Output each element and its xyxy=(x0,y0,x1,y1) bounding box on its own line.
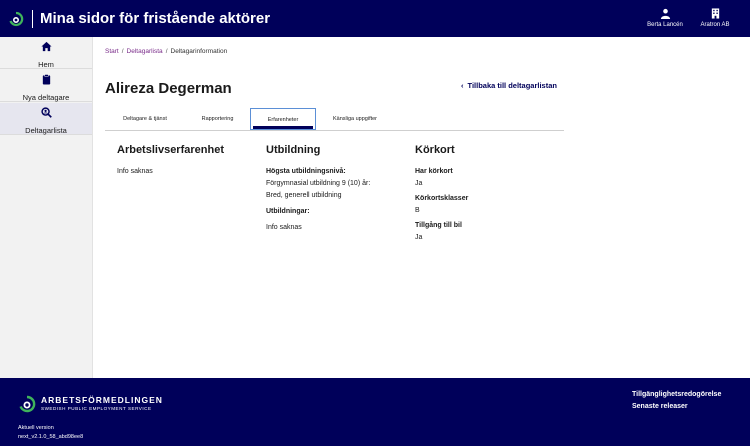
back-to-list-link[interactable]: ‹ Tillbaka till deltagarlistan xyxy=(461,81,557,90)
sidebar-item-label: Deltagarlista xyxy=(25,126,67,135)
sidebar-item-label: Nya deltagare xyxy=(22,93,70,102)
latest-releases-link[interactable]: Senaste releaser xyxy=(632,403,688,410)
car-access-value: Ja xyxy=(415,234,423,241)
sidebar-item-participant-list[interactable]: Deltagarlista xyxy=(0,103,92,135)
user-menu[interactable]: Berta Lancén xyxy=(640,8,690,28)
back-link-label: Tillbaka till deltagarlistan xyxy=(467,81,557,90)
top-header: Mina sidor för fristående aktörer Berta … xyxy=(0,0,750,37)
tab-experiences[interactable]: Erfarenheter xyxy=(250,108,316,130)
tab-sensitive-info[interactable]: Känsliga uppgifter xyxy=(316,108,394,130)
building-icon xyxy=(711,8,719,19)
educations-label: Utbildningar: xyxy=(266,208,310,215)
education-level-value-1: Förgymnasial utbildning 9 (10) år: xyxy=(266,180,371,187)
has-license-label: Har körkort xyxy=(415,168,453,175)
chevron-left-icon: ‹ xyxy=(461,81,464,90)
tab-reporting[interactable]: Rapportering xyxy=(185,108,250,130)
has-license-value: Ja xyxy=(415,180,423,187)
breadcrumb-separator: / xyxy=(121,48,124,55)
org-menu[interactable]: Aratron AB xyxy=(690,8,740,28)
breadcrumb: Start / Deltagarlista / Deltagarinformation xyxy=(105,48,227,55)
car-access-label: Tillgång till bil xyxy=(415,222,462,229)
sidebar-item-new-participants[interactable]: Nya deltagare xyxy=(0,70,92,102)
sidebar-item-home[interactable]: Hem xyxy=(0,37,92,69)
breadcrumb-start[interactable]: Start xyxy=(105,48,119,55)
af-logo-icon[interactable] xyxy=(8,11,24,27)
footer: ARBETSFÖRMEDLINGEN SWEDISH PUBLIC EMPLOY… xyxy=(0,378,750,446)
user-name: Berta Lancén xyxy=(647,22,683,28)
breadcrumb-participant-list[interactable]: Deltagarlista xyxy=(127,48,163,55)
footer-brand-sub: SWEDISH PUBLIC EMPLOYMENT SERVICE xyxy=(41,406,152,411)
education-level-label: Högsta utbildningsnivå: xyxy=(266,168,346,175)
license-classes-value: B xyxy=(415,207,420,214)
search-person-icon xyxy=(40,107,52,118)
af-logo-icon xyxy=(19,395,36,413)
breadcrumb-separator: / xyxy=(165,48,168,55)
sidebar-item-label: Hem xyxy=(38,60,54,69)
version-label: Aktuell version xyxy=(18,425,54,431)
org-name: Aratron AB xyxy=(700,22,730,28)
header-divider xyxy=(32,10,33,28)
app-title: Mina sidor för fristående aktörer xyxy=(40,10,271,27)
page-title: Alireza Degerman xyxy=(105,80,232,97)
educations-value: Info saknas xyxy=(266,224,302,231)
clipboard-icon xyxy=(42,74,50,85)
work-experience-heading: Arbetslivserfarenhet xyxy=(117,144,224,156)
license-heading: Körkort xyxy=(415,144,455,156)
tab-bar: Deltagare & tjänst Rapportering Erfarenh… xyxy=(105,106,564,131)
tab-participant-service[interactable]: Deltagare & tjänst xyxy=(105,108,185,130)
home-icon xyxy=(40,41,52,52)
license-classes-label: Körkortsklasser xyxy=(415,195,469,202)
footer-brand: ARBETSFÖRMEDLINGEN xyxy=(41,395,163,405)
breadcrumb-current: Deltagarinformation xyxy=(170,48,228,55)
sidebar: Hem Nya deltagare Deltagarlista xyxy=(0,37,93,378)
education-heading: Utbildning xyxy=(266,144,321,156)
education-level-value-2: Bred, generell utbildning xyxy=(266,192,342,199)
person-icon xyxy=(660,8,670,19)
accessibility-statement-link[interactable]: Tillgänglighetsredogörelse xyxy=(632,391,721,398)
work-experience-value: Info saknas xyxy=(117,168,153,175)
version-value: next_v2.1.0_58_abd98ee8 xyxy=(18,434,84,440)
